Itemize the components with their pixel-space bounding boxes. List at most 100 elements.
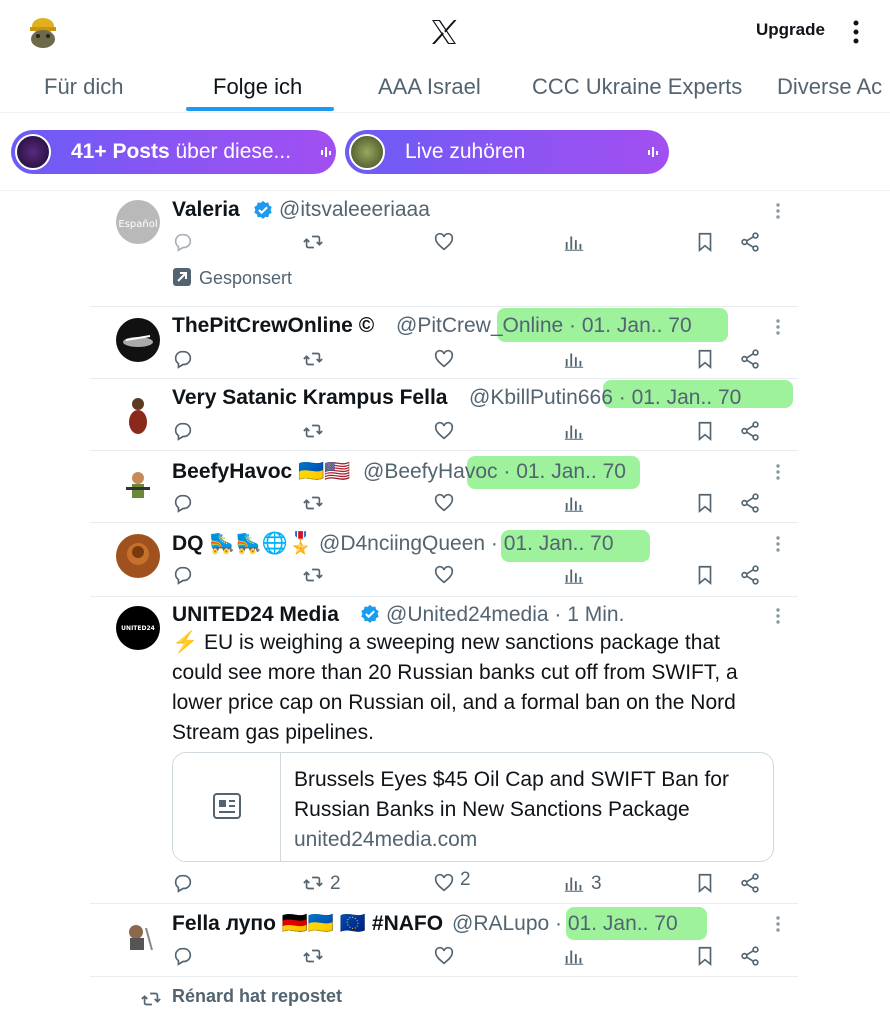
tweet-handle[interactable]: @D4nciingQueen · 01. Jan.. 70 — [319, 532, 614, 556]
reply-icon[interactable] — [172, 420, 194, 442]
views-icon[interactable] — [563, 348, 585, 370]
reply-icon[interactable] — [172, 945, 194, 967]
retweet-icon[interactable] — [302, 492, 324, 514]
avatar[interactable]: UNITED24 — [116, 606, 160, 650]
tweet-divider — [90, 596, 798, 597]
like-icon[interactable] — [433, 420, 455, 442]
tab-fuer-dich[interactable]: Für dich — [44, 74, 123, 100]
like-icon[interactable] — [433, 231, 455, 253]
like-icon[interactable] — [433, 564, 455, 586]
share-icon[interactable] — [739, 492, 761, 514]
avatar[interactable] — [116, 392, 160, 436]
tweet-author-name[interactable]: BeefyHavoc 🇺🇦🇺🇸 — [172, 460, 350, 484]
retweet-icon[interactable] — [302, 564, 324, 586]
tweet-more-icon[interactable] — [775, 202, 781, 220]
retweet-icon[interactable] — [302, 872, 324, 894]
bookmark-icon[interactable] — [694, 348, 716, 370]
tweet-divider — [90, 450, 798, 451]
tweet-divider — [90, 306, 798, 307]
avatar[interactable] — [116, 318, 160, 362]
tweet-more-icon[interactable] — [775, 535, 781, 553]
bookmark-icon[interactable] — [694, 420, 716, 442]
tweet-author-name[interactable]: Fella лупо 🇩🇪🇺🇦 🇪🇺 #NAFO — [172, 912, 443, 936]
tweet-handle[interactable]: @United24media · 1 Min. — [386, 603, 624, 627]
reposted-by-label[interactable]: Rénard hat repostet — [172, 986, 342, 1007]
reply-icon[interactable] — [172, 492, 194, 514]
views-icon[interactable] — [563, 231, 585, 253]
sponsored-label: Gesponsert — [199, 268, 293, 288]
like-icon[interactable] — [433, 872, 455, 894]
views-icon[interactable] — [563, 872, 585, 894]
share-icon[interactable] — [739, 945, 761, 967]
tab-folge-ich[interactable]: Folge ich — [213, 74, 302, 100]
link-card[interactable]: Brussels Eyes $45 Oil Cap and SWIFT Ban … — [172, 752, 774, 862]
pills-divider — [0, 190, 890, 191]
tab-diverse[interactable]: Diverse Ac — [777, 74, 882, 100]
retweet-icon[interactable] — [302, 420, 324, 442]
share-icon[interactable] — [739, 872, 761, 894]
tweet-more-icon[interactable] — [775, 915, 781, 933]
more-icon[interactable] — [846, 16, 866, 48]
tab-ccc-ukraine-experts[interactable]: CCC Ukraine Experts — [532, 74, 742, 100]
views-icon[interactable] — [563, 945, 585, 967]
bookmark-icon[interactable] — [694, 231, 716, 253]
tweet-handle[interactable]: @KbillPutin666 · 01. Jan.. 70 — [469, 386, 741, 410]
avatar[interactable] — [116, 462, 160, 506]
space-avatar — [15, 134, 51, 170]
active-tab-indicator — [186, 107, 334, 111]
views-icon[interactable] — [563, 564, 585, 586]
share-icon[interactable] — [739, 420, 761, 442]
reply-icon[interactable] — [172, 231, 194, 253]
views-icon[interactable] — [563, 492, 585, 514]
tweet-author-name[interactable]: DQ 🛼🛼🌐🎖️ — [172, 532, 314, 556]
bookmark-icon[interactable] — [694, 564, 716, 586]
x-logo-icon[interactable] — [428, 16, 460, 48]
space-avatar — [349, 134, 385, 170]
article-icon — [213, 793, 241, 819]
tweet-more-icon[interactable] — [775, 607, 781, 625]
avatar[interactable] — [116, 914, 160, 958]
spaces-posts-pill[interactable]: 41+ Posts über diese... — [11, 130, 336, 174]
card-domain: united24media.com — [294, 828, 478, 851]
retweet-icon[interactable] — [302, 945, 324, 967]
bookmark-icon[interactable] — [694, 492, 716, 514]
live-listen-pill[interactable]: Live zuhören — [345, 130, 669, 174]
tweet-author-name[interactable]: ThePitCrewOnline © — [172, 314, 374, 338]
tweet-author-name[interactable]: UNITED24 Media — [172, 603, 339, 627]
reply-icon[interactable] — [172, 348, 194, 370]
bookmark-icon[interactable] — [694, 945, 716, 967]
profile-avatar[interactable] — [24, 12, 62, 50]
share-icon[interactable] — [739, 564, 761, 586]
like-icon[interactable] — [433, 348, 455, 370]
svg-text:UNITED24: UNITED24 — [121, 625, 155, 632]
tweet-more-icon[interactable] — [775, 463, 781, 481]
reply-icon[interactable] — [172, 872, 194, 894]
tweet-author-name[interactable]: Very Satanic Krampus Fella — [172, 386, 447, 410]
tweet-handle[interactable]: @RALupo · 01. Jan.. 70 — [452, 912, 678, 936]
like-icon[interactable] — [433, 492, 455, 514]
tweet-handle[interactable]: @BeefyHavoc · 01. Jan.. 70 — [363, 460, 626, 484]
avatar[interactable]: Español — [116, 200, 160, 244]
bookmark-icon[interactable] — [694, 872, 716, 894]
share-icon[interactable] — [739, 231, 761, 253]
upgrade-button[interactable]: Upgrade — [756, 20, 825, 40]
tab-aaa-israel[interactable]: AAA Israel — [378, 74, 481, 100]
tweet-actions — [172, 231, 772, 253]
tweet-more-icon[interactable] — [775, 318, 781, 336]
audio-bars-icon — [648, 147, 658, 157]
retweet-icon[interactable] — [302, 231, 324, 253]
tweet-author-name[interactable]: Valeria — [172, 198, 240, 222]
audio-bars-icon — [321, 147, 331, 157]
avatar[interactable] — [116, 534, 160, 578]
pill-live-text: Live zuhören — [405, 140, 526, 163]
reply-icon[interactable] — [172, 564, 194, 586]
pill-posts-text: über diese... — [169, 140, 292, 163]
tweet-handle[interactable]: @PitCrew_Online · 01. Jan.. 70 — [396, 314, 692, 338]
tweet-handle[interactable]: @itsvaleeeriaaa — [279, 198, 430, 222]
views-count: 3 — [591, 873, 602, 894]
views-icon[interactable] — [563, 420, 585, 442]
retweet-icon[interactable] — [302, 348, 324, 370]
like-icon[interactable] — [433, 945, 455, 967]
share-icon[interactable] — [739, 348, 761, 370]
tweet-divider — [90, 378, 798, 379]
